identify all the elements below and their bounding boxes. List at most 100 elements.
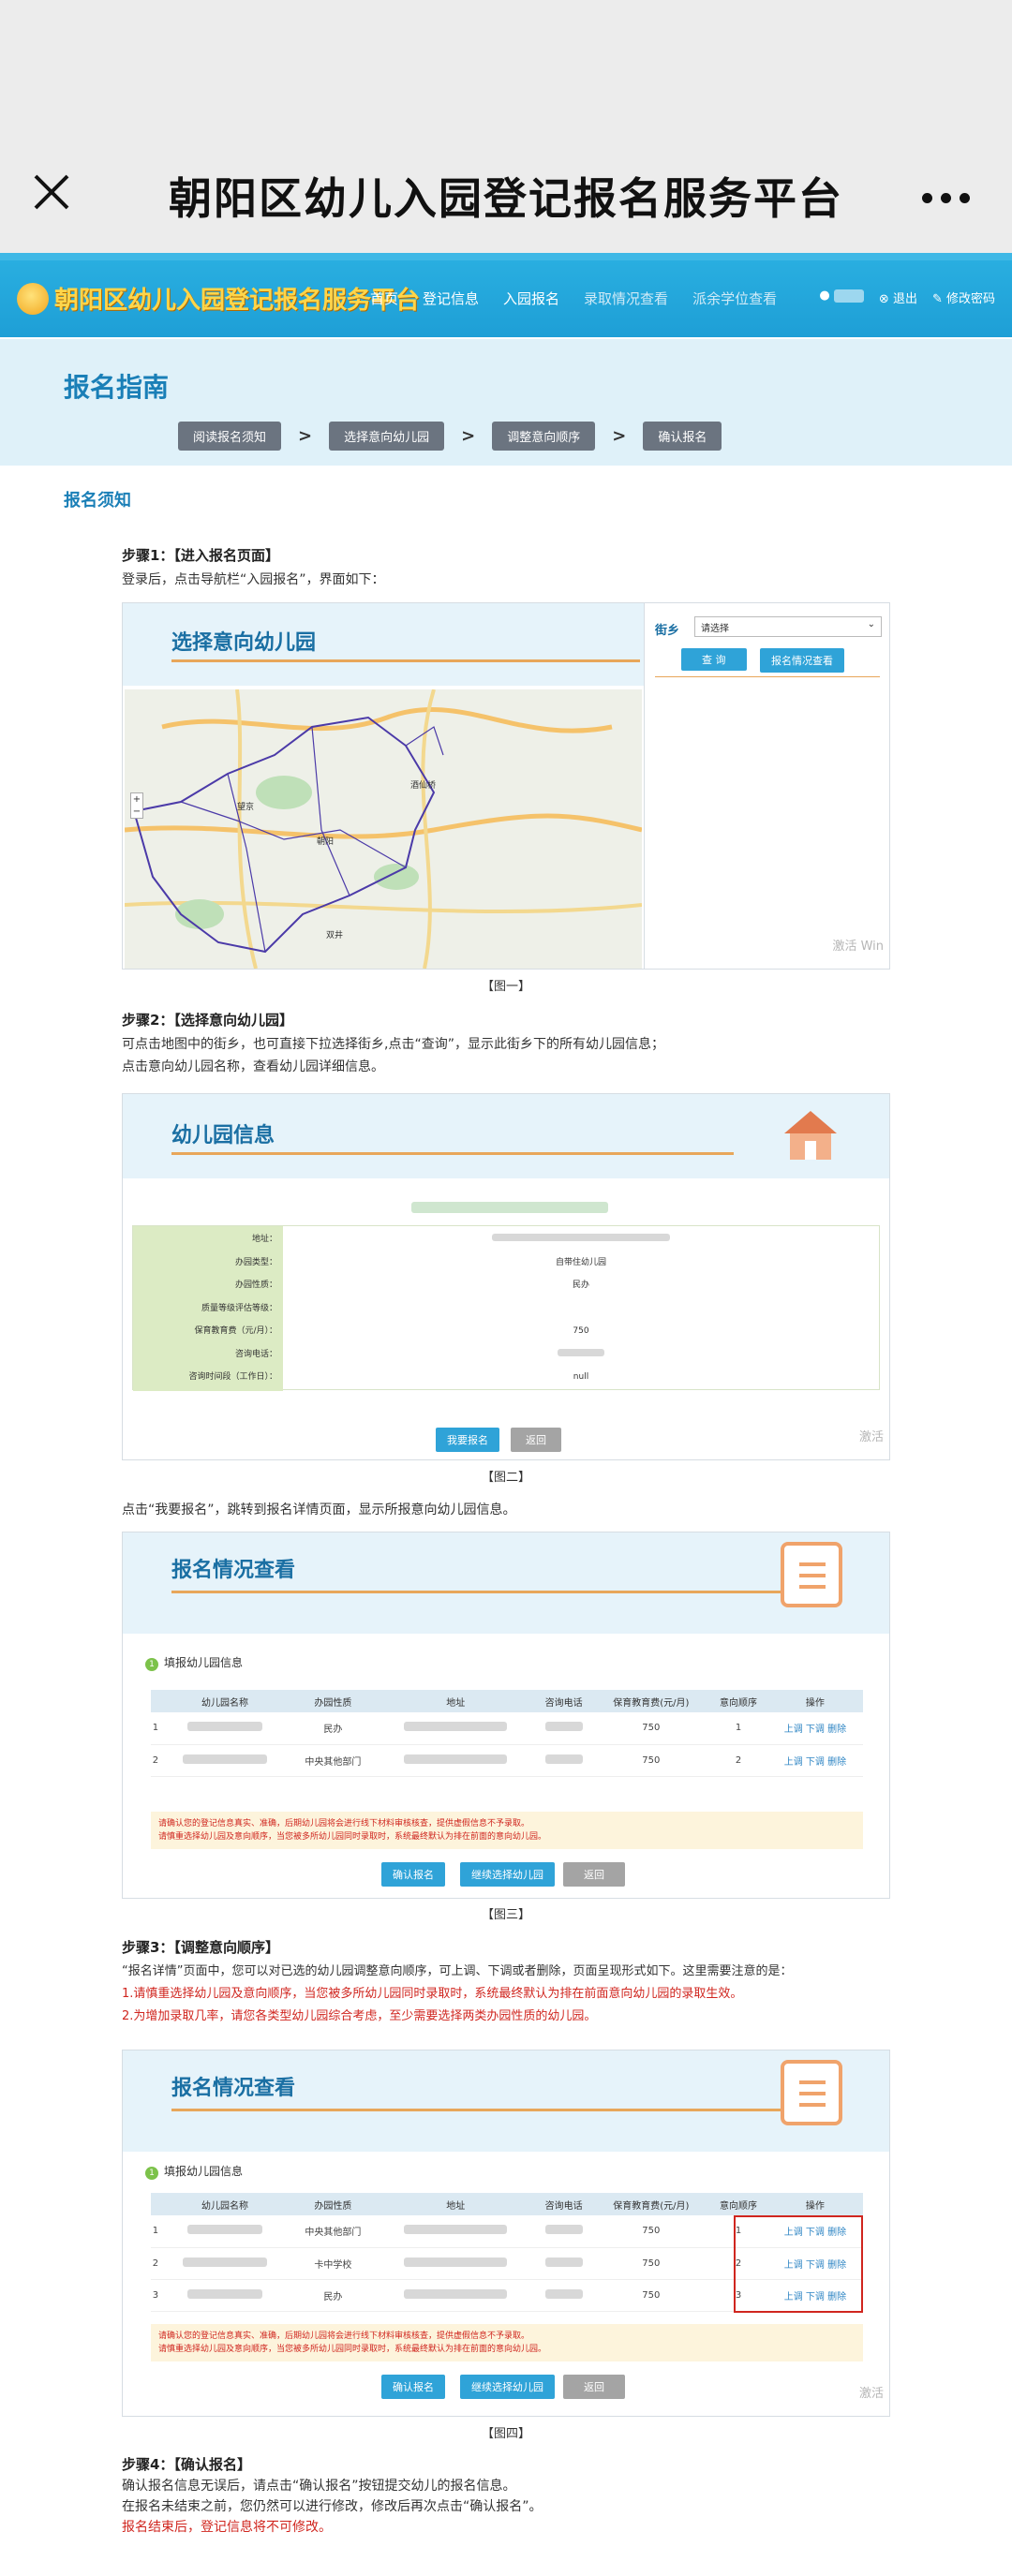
continue-select-button[interactable]: 继续选择幼儿园 — [460, 2375, 555, 2399]
kindergarten-name-blurred — [411, 1202, 608, 1213]
move-down-link[interactable]: 下调 — [806, 1757, 825, 1768]
step-select-kindergarten[interactable]: 选择意向幼儿园 — [329, 422, 445, 451]
section-title: 报名须知 — [64, 491, 131, 511]
nav-item-home[interactable]: 首页 — [370, 289, 398, 308]
map-label: 朝阳 — [317, 837, 335, 847]
step-confirm[interactable]: 确认报名 — [643, 422, 722, 451]
chevron-right-icon: > — [612, 426, 627, 446]
chevron-down-icon: ⌄ — [867, 619, 875, 629]
table-row: 2 中央其他部门 750 2 上调 下调 删除 — [151, 1744, 863, 1777]
watermark-text: 激活 — [858, 1430, 884, 1444]
field-label: 咨询电话： — [234, 1349, 277, 1359]
field-value — [283, 1228, 879, 1251]
field-value — [283, 1297, 879, 1321]
figure4-title: 报名情况查看 — [171, 2077, 296, 2100]
field-label: 质量等级评估等级： — [201, 1303, 277, 1313]
step4-desc-2: 在报名未结束之前，您仍然可以进行修改，修改后再次点击“确认报名”。 — [122, 2499, 543, 2514]
figure-3: 报名情况查看 1 填报幼儿园信息 幼儿园名称 办园性质 地址 咨询电话 保育教育费… — [122, 1532, 890, 1899]
fill-info-label: 1 填报幼儿园信息 — [145, 1654, 243, 1671]
figure3-caption: 【图三】 — [481, 1908, 530, 1922]
confirm-apply-button[interactable]: 确认报名 — [381, 2375, 445, 2399]
map-label: 双井 — [326, 931, 344, 940]
confirm-apply-button[interactable]: 确认报名 — [381, 1862, 445, 1887]
step4-text: 步骤4：【确认报名】 确认报名信息无误后，请点击“确认报名”按钮提交幼儿的报名信… — [122, 2454, 890, 2538]
back-button[interactable]: 返回 — [511, 1428, 561, 1452]
field-value: null — [573, 1372, 589, 1382]
move-down-link[interactable]: 下调 — [806, 1725, 825, 1735]
user-icon[interactable]: ● — [819, 289, 864, 306]
delete-link[interactable]: 删除 — [827, 1725, 846, 1735]
logout-link[interactable]: ⊗ 退出 — [879, 289, 917, 306]
figure4-caption: 【图四】 — [481, 2427, 530, 2441]
step-read-notice[interactable]: 阅读报名须知 — [178, 422, 282, 451]
field-value — [283, 1343, 879, 1367]
figure-1: 选择意向幼儿园 望京 朝阳 双井 酒仙桥 + − 街乡 请选择 ⌄ 查 询 报名… — [122, 602, 890, 970]
query-button[interactable]: 查 询 — [681, 648, 747, 671]
app-title: 朝阳区幼儿入园登记报名服务平台 — [169, 173, 843, 224]
step2-text: 步骤2：【选择意向幼儿园】 可点击地图中的街乡，也可直接下拉选择街乡,点击“查询… — [122, 1010, 890, 1078]
more-icon[interactable] — [922, 189, 978, 203]
fill-info-label: 1 填报幼儿园信息 — [145, 2163, 243, 2180]
step2-after-text: 点击“我要报名”，跳转到报名详情页面，显示所报意向幼儿园信息。 — [122, 1503, 516, 1517]
notice-box: 请确认您的登记信息真实、准确，后期幼儿园将会进行线下材料审核核查，提供虚假信息不… — [151, 1812, 863, 1849]
apply-button[interactable]: 我要报名 — [436, 1428, 499, 1452]
back-button[interactable]: 返回 — [563, 2375, 625, 2399]
figure1-caption: 【图一】 — [481, 980, 530, 994]
step2-heading: 步骤2：【选择意向幼儿园】 — [122, 1012, 293, 1029]
figure-4: 报名情况查看 1 填报幼儿园信息 幼儿园名称 办园性质 地址 咨询电话 保育教育费… — [122, 2050, 890, 2417]
figure1-title: 选择意向幼儿园 — [171, 631, 317, 655]
continue-select-button[interactable]: 继续选择幼儿园 — [460, 1862, 555, 1887]
step1-text: 步骤1：【进入报名页面】 登录后，点击导航栏“入园报名”，界面如下： — [122, 545, 890, 591]
delete-link[interactable]: 删除 — [827, 1757, 846, 1768]
street-select[interactable]: 请选择 ⌄ — [694, 616, 882, 637]
nav-item-remaining-seats[interactable]: 派余学位查看 — [692, 289, 777, 308]
field-label: 咨询时间段（工作日）： — [188, 1372, 277, 1382]
document-icon — [781, 1542, 842, 1607]
nav-item-apply[interactable]: 入园报名 — [503, 289, 559, 308]
step2-desc-1: 可点击地图中的街乡，也可直接下拉选择街乡,点击“查询”，显示此街乡下的所有幼儿园… — [122, 1037, 664, 1052]
watermark-text: 激活 Win — [832, 940, 884, 954]
user-area: ● ⊗ 退出 ✎ 修改密码 — [819, 289, 995, 306]
notice-box: 请确认您的登记信息真实、准确，后期幼儿园将会进行线下材料审核核查，提供虚假信息不… — [151, 2324, 863, 2361]
street-label: 街乡 — [655, 624, 680, 638]
move-up-link[interactable]: 上调 — [784, 1757, 803, 1768]
close-icon[interactable] — [28, 169, 75, 215]
figure-2: 幼儿园信息 地址： 办园类型： 办园性质： 质量等级评估等级： 保育教育费（元/… — [122, 1093, 890, 1460]
app-bar: 朝阳区幼儿入园登记报名服务平台 — [0, 131, 1012, 253]
move-up-link[interactable]: 上调 — [784, 1725, 803, 1735]
district-map[interactable]: 望京 朝阳 双井 酒仙桥 + − — [125, 689, 642, 969]
change-password-link[interactable]: ✎ 修改密码 — [932, 289, 995, 306]
chevron-right-icon: > — [298, 426, 313, 446]
kindergarten-detail-table: 地址： 办园类型： 办园性质： 质量等级评估等级： 保育教育费（元/月）： 咨询… — [132, 1225, 880, 1391]
site-nav: 朝阳区幼儿入园登记报名服务平台 首页 登记信息 入园报名 录取情况查看 派余学位… — [0, 253, 1012, 337]
nav-item-admission[interactable]: 录取情况查看 — [584, 289, 668, 308]
page-title: 报名指南 — [64, 372, 170, 403]
site-logo-icon — [17, 283, 49, 315]
table-row: 1 民办 750 1 上调 下调 删除 — [151, 1712, 863, 1745]
step3-text: 步骤3：【调整意向顺序】 “报名详情”页面中，您可以对已选的幼儿园调整意向顺序，… — [122, 1937, 890, 2028]
highlight-box — [734, 2215, 863, 2313]
house-icon — [781, 1107, 841, 1163]
map-label: 望京 — [237, 803, 255, 812]
watermark-text: 激活 — [858, 2387, 884, 2401]
application-status-button[interactable]: 报名情况查看 — [760, 648, 844, 673]
field-label: 办园类型： — [234, 1257, 277, 1267]
back-button[interactable]: 返回 — [563, 1862, 625, 1887]
step2-desc-2: 点击意向幼儿园名称，查看幼儿园详细信息。 — [122, 1059, 384, 1074]
map-label: 酒仙桥 — [410, 781, 437, 791]
step3-warning-1: 1.请慎重选择幼儿园及意向顺序，当您被多所幼儿园同时录取时，系统最终默认为排在前… — [122, 1987, 743, 2001]
nav-menu: 首页 登记信息 入园报名 录取情况查看 派余学位查看 — [370, 289, 777, 308]
step4-desc-1: 确认报名信息无误后，请点击“确认报名”按钮提交幼儿的报名信息。 — [122, 2479, 516, 2494]
guide-header: 报名指南 阅读报名须知 > 选择意向幼儿园 > 调整意向顺序 > 确认报名 — [0, 339, 1012, 466]
zoom-control[interactable]: + − — [130, 792, 143, 819]
step-adjust-order[interactable]: 调整意向顺序 — [492, 422, 596, 451]
nav-item-register-info[interactable]: 登记信息 — [423, 289, 479, 308]
step3-desc: “报名详情”页面中，您可以对已选的幼儿园调整意向顺序，可上调、下调或者删除，页面… — [122, 1964, 793, 1978]
chevron-right-icon: > — [461, 426, 476, 446]
status-bar-area — [0, 0, 1012, 131]
document-icon — [781, 2060, 842, 2125]
field-label: 办园性质： — [234, 1281, 277, 1290]
field-label: 地址： — [251, 1235, 277, 1244]
step-breadcrumb: 阅读报名须知 > 选择意向幼儿园 > 调整意向顺序 > 确认报名 — [178, 422, 722, 451]
step1-heading: 步骤1：【进入报名页面】 — [122, 547, 279, 564]
